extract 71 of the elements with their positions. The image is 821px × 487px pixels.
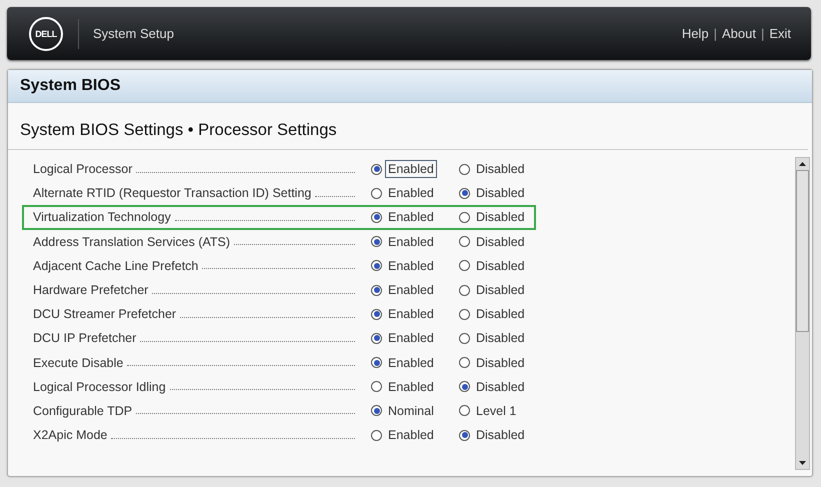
setting-label: Logical Processor Idling — [33, 380, 166, 394]
separator: | — [714, 26, 717, 41]
separator: | — [760, 26, 764, 41]
radio-button[interactable] — [459, 332, 470, 344]
setting-label: Logical Processor — [33, 162, 132, 176]
setting-label: DCU Streamer Prefetcher — [33, 307, 176, 322]
option-label[interactable]: Disabled — [473, 329, 528, 348]
radio-button[interactable] — [459, 284, 470, 296]
header-link[interactable]: Help — [682, 26, 709, 41]
setting-label: Address Translation Services (ATS) — [33, 234, 230, 249]
setting-label: Alternate RTID (Requestor Transaction ID) Setting — [33, 186, 312, 200]
option-label[interactable]: Disabled — [473, 208, 528, 226]
option-label[interactable]: Enabled — [385, 426, 437, 444]
radio-button[interactable] — [371, 236, 382, 248]
option-label[interactable]: Disabled — [473, 305, 528, 324]
option-label[interactable]: Disabled — [473, 160, 528, 178]
radio-button[interactable] — [459, 405, 470, 416]
option-label[interactable]: Disabled — [473, 354, 528, 372]
header-link[interactable]: About — [722, 26, 756, 41]
radio-button[interactable] — [459, 381, 470, 392]
option-label[interactable]: Disabled — [473, 281, 528, 300]
option-label[interactable]: Nominal — [385, 402, 437, 420]
option-label[interactable]: Enabled — [385, 329, 437, 348]
scrollbar[interactable] — [795, 157, 810, 470]
radio-button[interactable] — [371, 332, 382, 344]
option-label[interactable]: Level 1 — [473, 402, 520, 420]
radio-button[interactable] — [371, 284, 382, 296]
radio-button[interactable] — [371, 212, 382, 223]
radio-button[interactable] — [371, 308, 382, 320]
radio-button[interactable] — [371, 430, 382, 441]
app-title: System Setup — [93, 26, 174, 41]
option-label[interactable]: Enabled — [385, 184, 437, 202]
radio-button[interactable] — [459, 260, 470, 272]
setting-label: Configurable TDP — [33, 404, 132, 418]
setting-label: Virtualization Technology — [33, 210, 171, 224]
option-label[interactable]: Enabled — [385, 208, 437, 226]
scroll-thumb[interactable] — [796, 170, 809, 332]
breadcrumb: System BIOS Settings • Processor Settings — [8, 103, 808, 150]
radio-button[interactable] — [371, 164, 382, 175]
radio-button[interactable] — [459, 308, 470, 320]
setting-label: X2Apic Mode — [33, 428, 108, 442]
radio-button[interactable] — [371, 188, 382, 199]
option-label[interactable]: Disabled — [473, 232, 528, 251]
setting-label: DCU IP Prefetcher — [33, 331, 136, 346]
setting-label: Execute Disable — [33, 356, 124, 370]
radio-button[interactable] — [459, 164, 470, 175]
option-label[interactable]: Enabled — [385, 354, 437, 372]
radio-button[interactable] — [459, 357, 470, 368]
radio-button[interactable] — [371, 260, 382, 272]
radio-button[interactable] — [459, 212, 470, 223]
setting-label: Hardware Prefetcher — [33, 283, 148, 298]
option-label[interactable]: Enabled — [385, 160, 437, 178]
logo: DELL — [29, 16, 63, 50]
radio-button[interactable] — [371, 405, 382, 416]
setting-label: Adjacent Cache Line Prefetch — [33, 258, 198, 273]
option-label[interactable]: Disabled — [473, 256, 528, 275]
option-label[interactable]: Disabled — [473, 426, 528, 444]
radio-button[interactable] — [371, 381, 382, 392]
option-label[interactable]: Enabled — [385, 378, 437, 396]
panel-title: System BIOS — [8, 70, 812, 103]
option-label[interactable]: Enabled — [385, 281, 437, 300]
header-link[interactable]: Exit — [769, 26, 791, 41]
option-label[interactable]: Disabled — [473, 378, 528, 396]
option-label[interactable]: Enabled — [385, 232, 437, 251]
option-label[interactable]: Enabled — [385, 305, 437, 324]
radio-button[interactable] — [459, 430, 470, 441]
option-label[interactable]: Enabled — [385, 256, 437, 275]
radio-button[interactable] — [459, 188, 470, 199]
option-label[interactable]: Disabled — [473, 184, 528, 202]
radio-button[interactable] — [459, 236, 470, 248]
radio-button[interactable] — [371, 357, 382, 368]
